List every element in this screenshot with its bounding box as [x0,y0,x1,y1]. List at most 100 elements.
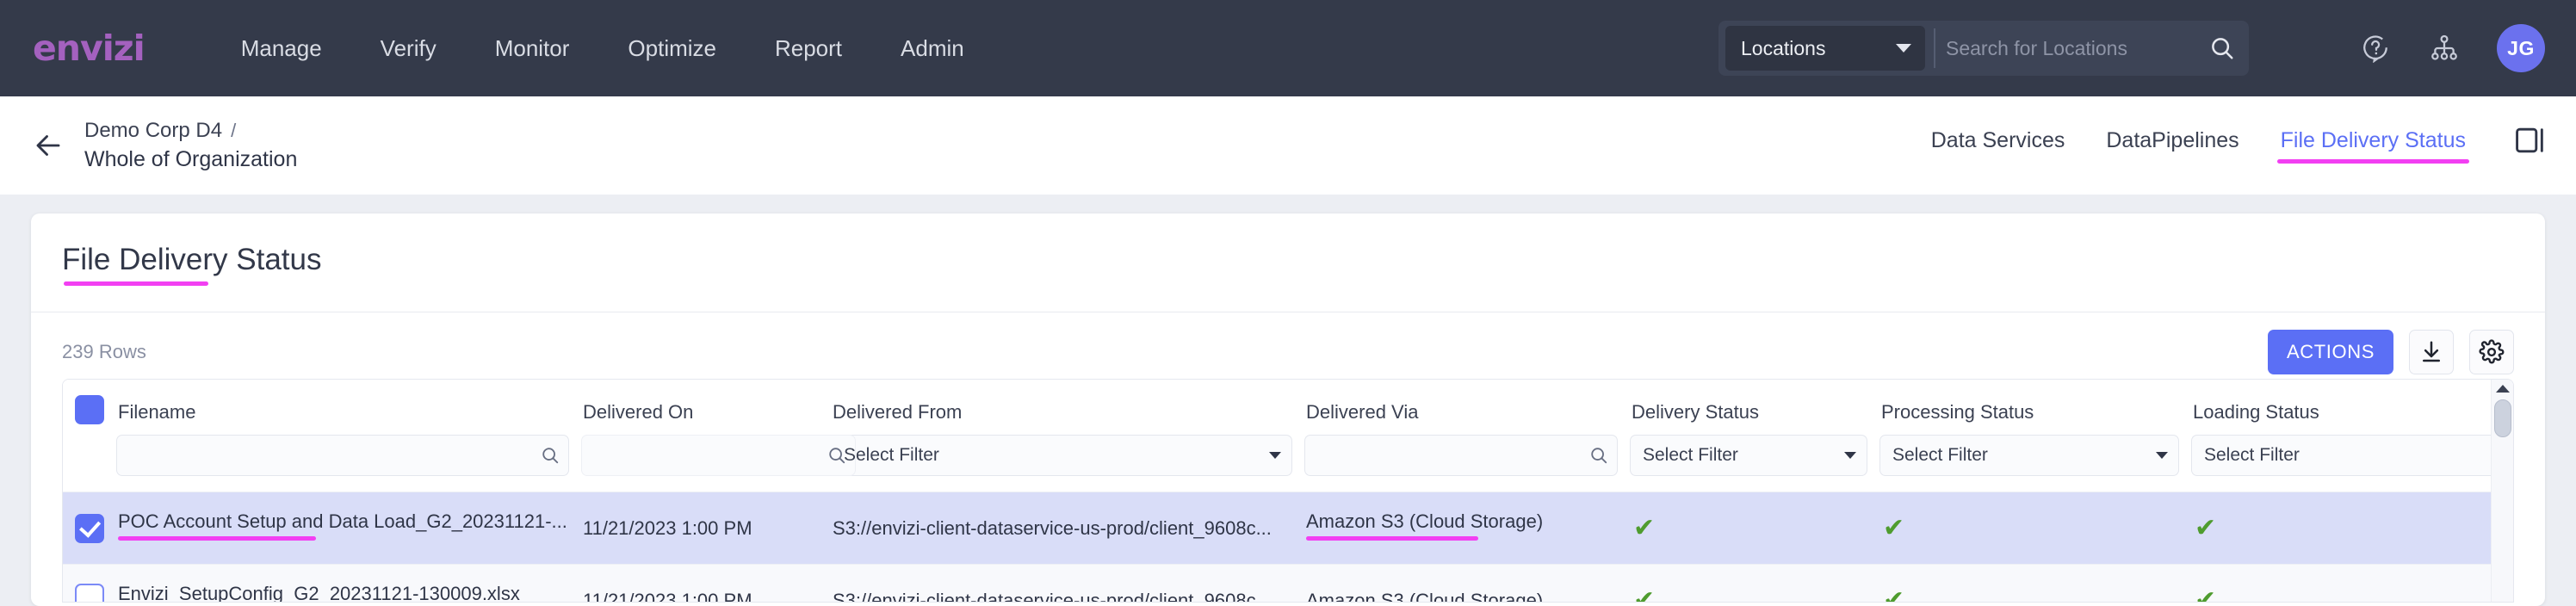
filename-link[interactable]: Envizi_SetupConfig_G2_20231121-130009.xl… [118,583,520,602]
processing-status-filter-select[interactable]: Select Filter [1879,435,2179,476]
delivered-on-filter-wrap [581,435,856,476]
delivery-status-check-icon: ✔ [1633,512,1656,543]
filter-cell-filename [116,430,581,492]
delivered-from-filter-value: Select Filter [844,445,939,465]
cell-delivered-from: S3://envizi-client-dataservice-us-prod/c… [831,492,1304,565]
search-scope-select[interactable]: Locations [1725,26,1925,71]
chevron-down-icon [1844,452,1856,459]
loading-status-filter-select[interactable]: Select Filter [2191,435,2513,476]
filter-cell-loading-status: Select Filter [2191,430,2513,492]
scroll-up-arrow-icon[interactable] [2495,385,2510,393]
org-hierarchy-icon [2431,34,2457,60]
nav-item-verify[interactable]: Verify [351,35,466,62]
search-divider [1934,28,1935,68]
tab-file-delivery-status[interactable]: File Delivery Status [2260,128,2486,164]
delivered-on-value: 11/21/2023 1:00 PM [583,589,752,603]
delivery-status-filter-select[interactable]: Select Filter [1630,435,1867,476]
delivered-from-value: S3://envizi-client-dataservice-us-prod/c… [833,589,1272,603]
hierarchy-button[interactable] [2419,23,2469,73]
column-header-delivered-via[interactable]: Delivered Via [1304,380,1630,430]
primary-nav-links: Manage Verify Monitor Optimize Report Ad… [212,35,994,62]
file-delivery-table: Filename Delivered On Delivered From Del… [63,380,2513,603]
panel-toggle-icon [2516,127,2543,153]
table-row[interactable]: POC Account Setup and Data Load_G2_20231… [63,492,2513,565]
actions-button[interactable]: ACTIONS [2268,329,2393,374]
filename-filter-wrap [116,435,569,476]
nav-item-optimize[interactable]: Optimize [598,35,746,62]
tab-datapipelines[interactable]: DataPipelines [2085,128,2259,164]
search-input[interactable] [1946,36,2204,60]
page-title-wrap: File Delivery Status [31,213,2545,286]
panel-toggle-button[interactable] [2516,127,2545,153]
breadcrumb-org[interactable]: Demo Corp D4 / [84,119,297,143]
nav-item-report[interactable]: Report [746,35,871,62]
back-button[interactable] [26,123,71,168]
breadcrumb-bar: Demo Corp D4 / Whole of Organization Dat… [0,96,2576,195]
global-search-widget: Locations [1718,21,2249,76]
column-header-processing-status-label: Processing Status [1881,401,2034,423]
delivered-on-filter-input[interactable] [594,445,827,466]
table-head: Filename Delivered On Delivered From Del… [63,380,2513,492]
column-header-delivered-from[interactable]: Delivered From [831,380,1304,430]
settings-button[interactable] [2469,329,2514,374]
delivered-on-filter-group [581,435,856,476]
nav-item-admin[interactable]: Admin [871,35,994,62]
cell-filename: POC Account Setup and Data Load_G2_20231… [116,492,581,565]
nav-item-manage[interactable]: Manage [212,35,351,62]
cell-processing-status: ✔ [1879,564,2191,603]
column-header-loading-status[interactable]: Loading Status [2191,380,2513,430]
filter-cell-processing-status: Select Filter [1879,430,2191,492]
nav-item-monitor[interactable]: Monitor [466,35,599,62]
table-body: POC Account Setup and Data Load_G2_20231… [63,492,2513,603]
table-row[interactable]: Envizi_SetupConfig_G2_20231121-130009.xl… [63,564,2513,603]
loading-status-filter-value: Select Filter [2204,445,2300,465]
search-scope-value: Locations [1741,36,1826,59]
table-vertical-scrollbar[interactable] [2491,380,2513,602]
delivered-via-link[interactable]: Amazon S3 (Cloud Storage) [1306,510,1543,541]
page-tabs: Data Services DataPipelines File Deliver… [1910,127,2545,164]
cell-filename: Envizi_SetupConfig_G2_20231121-130009.xl… [116,564,581,602]
breadcrumb: Demo Corp D4 / Whole of Organization [84,119,297,172]
cell-delivery-status: ✔ [1630,492,1879,565]
filename-link[interactable]: POC Account Setup and Data Load_G2_20231… [118,510,567,541]
row-checkbox[interactable] [75,583,104,602]
loading-status-check-icon: ✔ [2195,512,2217,543]
search-submit-button[interactable] [2204,35,2244,61]
help-button[interactable] [2350,23,2400,73]
processing-status-filter-value: Select Filter [1892,445,1988,465]
column-header-delivery-status[interactable]: Delivery Status [1630,380,1879,430]
filter-cell-delivered-from: Select Filter [831,430,1304,492]
column-header-filename[interactable]: Filename [116,380,581,430]
arrow-left-icon [36,135,60,156]
chevron-down-icon [2156,452,2168,459]
row-select-cell [63,564,116,602]
download-button[interactable] [2409,329,2454,374]
download-icon [2423,341,2440,362]
processing-status-check-icon: ✔ [1883,584,1905,603]
envizi-logo[interactable]: envizi [33,30,146,66]
tab-data-services[interactable]: Data Services [1910,128,2086,164]
cell-delivered-on: 11/21/2023 1:00 PM [581,564,831,603]
delivered-from-filter-select[interactable]: Select Filter [831,435,1292,476]
select-all-checkbox[interactable] [75,395,104,424]
breadcrumb-scope[interactable]: Whole of Organization [84,147,297,172]
header-select-all-cell [63,380,116,430]
filter-cell-delivered-via [1304,430,1630,492]
column-header-delivery-status-label: Delivery Status [1632,401,1759,423]
delivery-status-filter-value: Select Filter [1643,445,1738,465]
cell-delivered-from: S3://envizi-client-dataservice-us-prod/c… [831,564,1304,603]
row-checkbox[interactable] [75,513,104,543]
scrollbar-thumb[interactable] [2493,399,2511,437]
top-nav-right-cluster: Locations Search for Locations JG [1718,0,2545,96]
user-avatar[interactable]: JG [2497,24,2545,72]
filename-filter-input[interactable] [129,445,541,466]
cell-delivered-on: 11/21/2023 1:00 PM [581,492,831,565]
cell-loading-status: ✔ [2191,492,2513,565]
search-icon [2212,38,2233,59]
delivered-via-filter-input[interactable] [1317,445,1589,466]
column-header-delivered-on[interactable]: Delivered On [581,380,831,430]
column-header-processing-status[interactable]: Processing Status [1879,380,2191,430]
row-select-cell [63,492,116,565]
chevron-down-icon [1269,452,1281,459]
cell-processing-status: ✔ [1879,492,2191,565]
